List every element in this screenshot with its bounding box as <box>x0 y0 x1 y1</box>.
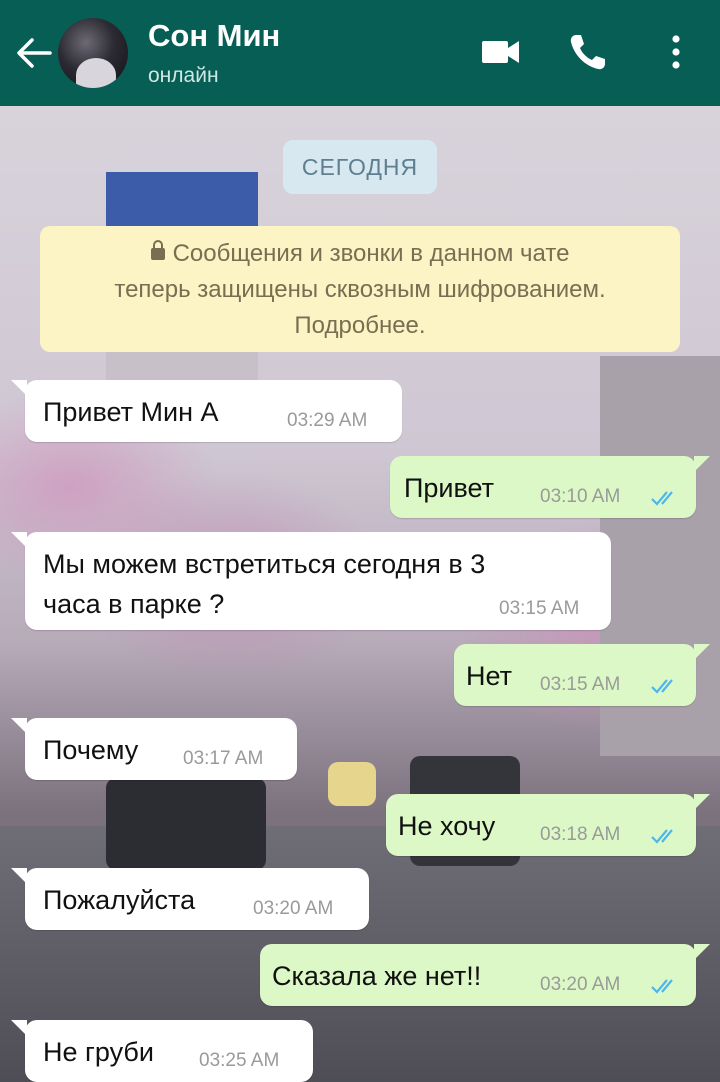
contact-name[interactable]: Сон Мин <box>148 18 280 54</box>
read-ticks-icon <box>651 679 673 694</box>
wallpaper-car <box>328 762 376 806</box>
contact-status: онлайн <box>148 64 219 87</box>
message-time: 03:10 AM <box>540 486 621 507</box>
message-incoming[interactable]: Не груби 03:25 AM <box>11 1020 313 1082</box>
message-text: Пожалуйста <box>43 885 196 915</box>
encryption-notice[interactable]: Сообщения и звонки в данном чате теперь … <box>40 226 680 352</box>
message-outgoing[interactable]: Нет 03:15 AM <box>454 644 710 706</box>
message-outgoing[interactable]: Привет 03:10 AM <box>390 456 710 518</box>
message-incoming[interactable]: Пожалуйста 03:20 AM <box>11 868 369 930</box>
message-time: 03:20 AM <box>253 898 334 919</box>
message-outgoing[interactable]: Сказала же нет!! 03:20 AM <box>260 944 710 1006</box>
avatar[interactable] <box>58 18 128 88</box>
message-outgoing[interactable]: Не хочу 03:18 AM <box>386 794 710 856</box>
chat-area[interactable]: СЕГОДНЯ Сообщения и звонки в данном чате… <box>0 106 720 1082</box>
message-text-line: Мы можем встретиться сегодня в 3 <box>43 549 486 579</box>
message-incoming[interactable]: Привет Мин А 03:29 AM <box>11 380 402 442</box>
message-text: Привет <box>404 473 495 503</box>
message-text: Не груби <box>43 1037 154 1067</box>
message-text-line: часа в парке ? <box>43 589 225 619</box>
read-ticks-icon <box>651 491 673 506</box>
message-time: 03:15 AM <box>540 674 621 695</box>
message-incoming[interactable]: Мы можем встретиться сегодня в 3 часа в … <box>11 532 611 630</box>
message-text: Мы можем встретиться сегодня в 3 часа в … <box>43 544 485 624</box>
message-text: Сказала же нет!! <box>272 961 482 991</box>
message-text: Привет Мин А <box>43 397 219 427</box>
encryption-line-2: теперь защищены сквозным шифрованием. <box>114 276 606 303</box>
message-text: Нет <box>466 661 512 691</box>
message-time: 03:17 AM <box>183 748 264 769</box>
message-text: Не хочу <box>398 811 496 841</box>
message-text: Почему <box>43 735 139 765</box>
video-call-icon[interactable] <box>478 30 522 74</box>
message-time: 03:25 AM <box>199 1050 280 1071</box>
message-incoming[interactable]: Почему 03:17 AM <box>11 718 297 780</box>
wallpaper-car <box>106 778 266 870</box>
learn-more-link[interactable]: Подробнее. <box>40 308 680 344</box>
read-ticks-icon <box>651 829 673 844</box>
more-menu-icon[interactable] <box>656 30 696 74</box>
message-time: 03:15 AM <box>499 598 580 619</box>
read-ticks-icon <box>651 979 673 994</box>
encryption-line-1: Сообщения и звонки в данном чате <box>40 236 680 272</box>
back-arrow-icon[interactable] <box>14 33 54 73</box>
message-time: 03:18 AM <box>540 824 621 845</box>
message-time: 03:20 AM <box>540 974 621 995</box>
date-chip: СЕГОДНЯ <box>283 140 437 194</box>
chat-header: Сон Мин онлайн <box>0 0 720 106</box>
message-time: 03:29 AM <box>287 410 368 431</box>
phone-icon[interactable] <box>566 30 610 74</box>
lock-icon <box>150 240 165 260</box>
